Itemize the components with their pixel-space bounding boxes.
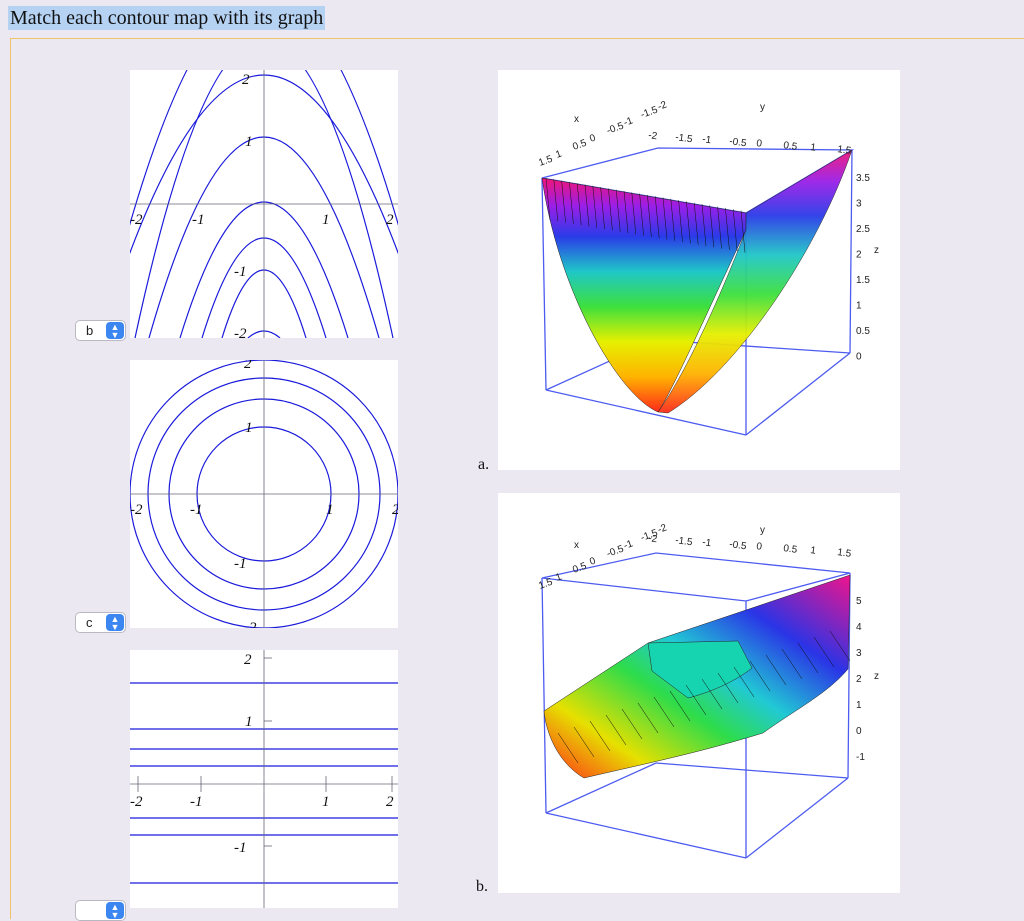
chevron-updown-icon: ▲ ▼ xyxy=(106,322,124,340)
z-tick: 3 xyxy=(856,199,862,210)
tick-x-neg2: -2 xyxy=(130,212,143,228)
axis-x-label: x xyxy=(574,114,579,125)
y-tick: 0.5 xyxy=(783,140,799,153)
tick-y-2: 2 xyxy=(244,360,252,372)
contour-map-horizontal-lines: -2 -1 1 2 2 1 -1 xyxy=(130,650,398,908)
y-tick: -0.5 xyxy=(729,136,748,149)
y-tick: 0 xyxy=(756,138,763,150)
x-tick: -2 xyxy=(656,99,669,113)
tick-y-neg2: -2 xyxy=(244,620,257,628)
match-select-1[interactable]: b ▲ ▼ xyxy=(75,320,126,341)
y-tick: 0 xyxy=(756,541,763,553)
chevron-updown-icon: ▲ ▼ xyxy=(106,902,124,920)
y-tick: -2 xyxy=(648,130,659,142)
surface-graph-b: x y z 1.5 1 0.5 0 -0.5 -1 -1.5 -2 -2 -1.5 -1 -0.5 0 0… xyxy=(498,493,900,893)
y-tick: 0.5 xyxy=(783,543,799,556)
contour-map-parabolas: -2 -1 1 2 2 1 -1 -2 xyxy=(130,70,398,338)
y-tick: 1.5 xyxy=(837,144,853,157)
tick-x-neg2: -2 xyxy=(130,502,143,518)
z-tick: 0 xyxy=(856,352,862,363)
x-tick: 0 xyxy=(588,132,597,144)
select-value: c xyxy=(86,615,93,630)
contour-map-circles: -2 -1 1 2 2 1 -1 -2 xyxy=(130,360,398,628)
y-tick: 1 xyxy=(810,142,817,154)
chevron-updown-icon: ▲ ▼ xyxy=(106,614,124,632)
tick-x-2: 2 xyxy=(386,212,394,228)
z-tick: 1 xyxy=(856,301,862,312)
x-tick: -0.5 xyxy=(605,543,625,559)
y-tick: -1.5 xyxy=(675,132,694,145)
match-select-3[interactable]: ▲ ▼ xyxy=(75,900,126,921)
z-tick: 1.5 xyxy=(856,275,870,286)
z-tick: 2 xyxy=(856,674,862,685)
x-tick: -1 xyxy=(622,115,635,129)
z-tick: -1 xyxy=(856,752,865,763)
tick-x-neg1: -1 xyxy=(192,212,205,228)
surface-graph-a: x y z 1.5 1 0.5 0 -0.5 -1 -1.5 -2 -2 -1.5 -1 -0.5 0 0… xyxy=(498,70,900,470)
z-tick: 0.5 xyxy=(856,326,870,337)
tick-y-2: 2 xyxy=(244,652,252,668)
z-tick: 3 xyxy=(856,648,862,659)
tick-y-1: 1 xyxy=(245,420,253,436)
tick-x-2: 2 xyxy=(392,502,398,518)
y-tick: 1 xyxy=(810,545,817,557)
question-title: Match each contour map with its graph xyxy=(8,6,326,30)
x-tick: 0.5 xyxy=(571,561,588,576)
select-value: b xyxy=(86,323,94,338)
z-tick: 3.5 xyxy=(856,173,870,184)
tick-x-neg1: -1 xyxy=(190,502,203,518)
graph-letter-b: b. xyxy=(476,878,488,895)
x-tick: -1 xyxy=(622,538,635,552)
tick-x-neg1: -1 xyxy=(190,794,203,810)
z-tick: 1 xyxy=(856,700,862,711)
graph-letter-a: a. xyxy=(478,456,490,473)
z-tick: 0 xyxy=(856,726,862,737)
tick-y-neg1: -1 xyxy=(234,264,247,280)
tick-x-2: 2 xyxy=(386,794,394,810)
tick-y-1: 1 xyxy=(245,714,253,730)
axis-y-label: y xyxy=(760,102,765,113)
tick-y-2: 2 xyxy=(242,72,250,88)
tick-x-1: 1 xyxy=(326,502,334,518)
tick-x-1: 1 xyxy=(322,794,330,810)
tick-x-1: 1 xyxy=(322,212,330,228)
axis-x-label: x xyxy=(574,540,579,551)
tick-y-neg1: -1 xyxy=(234,840,247,856)
tick-x-neg2: -2 xyxy=(130,794,143,810)
y-tick: -0.5 xyxy=(729,539,748,552)
axis-y-label: y xyxy=(760,525,765,536)
x-tick: -0.5 xyxy=(605,120,625,136)
y-tick: -2 xyxy=(648,533,659,545)
z-tick: 5 xyxy=(856,596,862,607)
z-tick: 4 xyxy=(856,622,862,633)
axis-z-label: z xyxy=(874,671,879,682)
x-tick: 0 xyxy=(588,555,597,567)
tick-y-neg2: -2 xyxy=(234,326,247,338)
axis-z-label: z xyxy=(874,245,879,256)
y-tick: -1 xyxy=(702,537,713,549)
x-tick: 1.5 xyxy=(537,154,554,169)
y-tick: 1.5 xyxy=(837,547,853,560)
tick-y-neg1: -1 xyxy=(234,556,247,572)
tick-y-1: 1 xyxy=(245,134,253,150)
y-tick: -1.5 xyxy=(675,535,694,548)
match-select-2[interactable]: c ▲ ▼ xyxy=(75,612,126,633)
x-tick: 1 xyxy=(554,148,563,160)
z-tick: 2.5 xyxy=(856,224,870,235)
y-tick: -1 xyxy=(702,134,713,146)
x-tick: 0.5 xyxy=(571,138,588,153)
x-tick: -2 xyxy=(656,522,669,536)
x-tick: -1.5 xyxy=(639,104,659,120)
z-tick: 2 xyxy=(856,250,862,261)
